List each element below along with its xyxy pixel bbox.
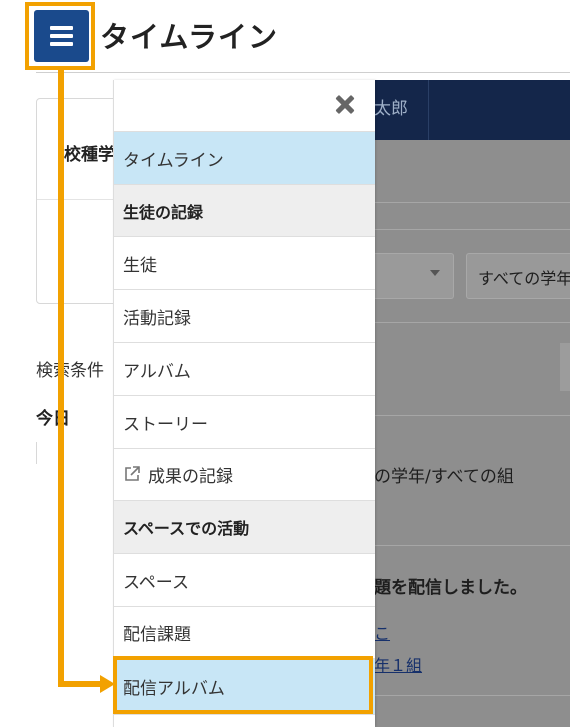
drawer-section-label: スペースでの活動: [123, 519, 250, 538]
drawer-item-label: 配信課題: [123, 625, 191, 645]
drawer-item-label: アルバム: [123, 361, 191, 382]
drawer-item-achievement-records[interactable]: 成果の記録: [114, 448, 375, 500]
drawer-item-label: 活動記録: [123, 308, 191, 329]
class-link[interactable]: 年１組: [374, 652, 422, 676]
header-rule: [36, 72, 570, 73]
drawer-section-space-activities: スペースでの活動: [114, 500, 375, 553]
drawer-item-next[interactable]: [114, 714, 375, 727]
tutorial-arrow-line: [58, 70, 64, 686]
drawer-item-story[interactable]: ストーリー: [114, 395, 375, 448]
external-link-icon: [125, 465, 140, 481]
search-button[interactable]: [560, 343, 570, 391]
page-header: タイムライン: [0, 0, 570, 75]
drawer-item-timeline[interactable]: タイムライン: [114, 131, 375, 184]
navbar-separator: [428, 80, 429, 140]
close-icon[interactable]: [332, 92, 358, 118]
timeline-list-edge: [36, 442, 37, 464]
drawer-header: [114, 80, 375, 130]
drawer-item-label: スペース: [123, 572, 189, 593]
drawer-item-label: 生徒: [123, 255, 157, 276]
modal-overlay[interactable]: [374, 80, 570, 727]
search-conditions-label: 検索条件: [36, 361, 104, 381]
school-type-label: 校種学: [64, 145, 115, 165]
overlay-divider: [374, 545, 570, 546]
drawer-item-distributed-assignments[interactable]: 配信課題: [114, 606, 375, 658]
drawer-section-label: 生徒の記録: [123, 202, 204, 222]
drawer-item-album[interactable]: アルバム: [114, 342, 375, 395]
overlay-divider: [374, 322, 570, 323]
drawer-section-student-records: 生徒の記録: [114, 184, 375, 236]
timeline-post-text: 題を配信しました。: [374, 578, 527, 598]
drawer-item-label: ストーリー: [123, 414, 208, 435]
page-title: タイムライン: [100, 20, 278, 54]
drawer-item-space[interactable]: スペース: [114, 553, 375, 606]
grade-select-value: すべての学年: [478, 269, 570, 288]
overlay-divider: [374, 695, 570, 696]
overlay-divider: [374, 202, 570, 203]
timeline-post-link[interactable]: こ: [374, 620, 390, 644]
filter-summary: の学年/すべての組: [374, 467, 514, 487]
school-select[interactable]: [374, 253, 454, 299]
drawer-item-label: タイムライン: [123, 150, 224, 171]
overlay-divider: [374, 415, 570, 416]
drawer-item-activity-records[interactable]: 活動記録: [114, 289, 375, 342]
overlay-divider: [374, 229, 570, 230]
today-heading: 今日: [36, 409, 70, 429]
distributed-album-highlight: [113, 656, 373, 714]
side-drawer: タイムライン 生徒の記録 生徒 活動記録 アルバム ストーリー 成果の記録 スペ…: [113, 80, 375, 727]
hamburger-menu-button[interactable]: [34, 10, 89, 62]
drawer-item-students[interactable]: 生徒: [114, 236, 375, 289]
tutorial-arrow-line: [58, 681, 104, 687]
drawer-item-label: 成果の記録: [148, 467, 233, 487]
chevron-down-icon: [430, 270, 440, 276]
user-name[interactable]: 太郎: [374, 94, 408, 119]
